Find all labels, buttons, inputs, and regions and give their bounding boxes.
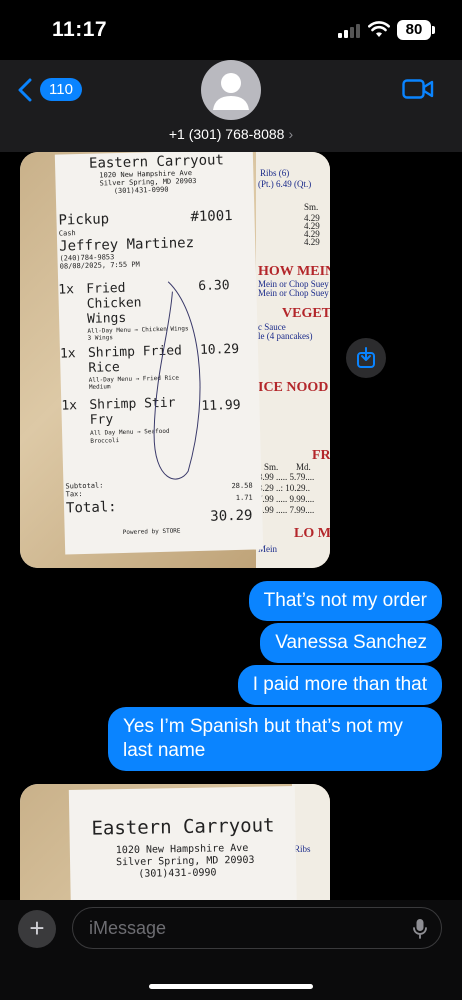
menu-text: Md. — [296, 462, 311, 472]
menu-board-photo: Ribs — [292, 784, 330, 900]
menu-text: 7.99 ..... 9.99.... — [258, 494, 315, 504]
menu-board-photo: Ribs (6) (Pt.) 6.49 (Qt.) Sm. 4.29 4.29 … — [256, 152, 330, 568]
download-icon — [357, 347, 375, 368]
menu-heading: HOW MEIN — [258, 264, 330, 279]
receipt-total: 30.29 — [210, 507, 253, 525]
menu-text: Sm. — [264, 462, 279, 472]
home-indicator — [149, 984, 313, 989]
receipt-item-name: Fry — [89, 412, 114, 428]
menu-text: Ribs (6) — [260, 168, 290, 178]
contact-number: +1 (301) 768-8088 — [168, 126, 285, 142]
menu-heading: VEGET — [282, 306, 330, 321]
receipt-tax-label: Tax: — [65, 490, 83, 499]
receipt-total-label: Total: — [65, 499, 117, 517]
receipt-item-name: Fried — [86, 280, 126, 297]
receipt-paper: Eastern Carryout 1020 New Hampshire Ave … — [68, 786, 298, 900]
receipt-item-qty: 1x — [58, 282, 75, 298]
contact-name-button[interactable]: +1 (301) 768-8088 › — [0, 126, 462, 142]
receipt-subtotal: 28.58 — [231, 481, 253, 491]
menu-text: Ribs — [294, 844, 311, 854]
outgoing-message[interactable]: Vanessa Sanchez — [260, 623, 442, 663]
menu-text: 8.29 ..: 10.29.. — [258, 483, 311, 493]
receipt-photo-attachment[interactable]: Ribs (6) (Pt.) 6.49 (Qt.) Sm. 4.29 4.29 … — [20, 152, 330, 568]
conversation-header: 110 +1 (301) 768-8088 › — [0, 60, 462, 152]
receipt-item-qty: 1x — [59, 346, 76, 362]
menu-text: Sm. — [304, 202, 319, 212]
save-image-button[interactable] — [346, 338, 386, 378]
receipt-subtotal-label: Subtotal: — [65, 481, 104, 491]
pen-scribble — [153, 281, 201, 480]
person-icon — [213, 73, 249, 110]
receipt-item-qty: 1x — [61, 398, 78, 414]
receipt-phone: (301)431-0990 — [113, 185, 169, 196]
receipt-order-type: Pickup — [58, 211, 110, 229]
receipt-order-number: #1001 — [190, 208, 233, 226]
outgoing-message[interactable]: I paid more than that — [237, 665, 442, 705]
receipt-item-name: Chicken — [86, 295, 142, 312]
receipt-photo-attachment[interactable]: Ribs Eastern Carryout 1020 New Hampshire… — [20, 784, 330, 900]
receipt-payment: Cash — [58, 229, 76, 238]
message-placeholder: iMessage — [89, 918, 167, 938]
cellular-signal-icon — [338, 24, 362, 38]
receipt-address: Silver Spring, MD 20903 — [115, 854, 255, 869]
wifi-icon — [368, 21, 390, 37]
contact-avatar[interactable] — [201, 60, 261, 120]
receipt-datetime: 08/08/2025, 7:55 PM — [59, 260, 140, 271]
menu-text: (Pt.) 6.49 (Qt.) — [258, 179, 312, 189]
menu-text: le (4 pancakes) — [258, 331, 313, 341]
battery-indicator: 80 — [397, 20, 435, 40]
receipt-restaurant: Eastern Carryout — [88, 152, 225, 172]
receipt-tax: 1.71 — [235, 493, 253, 503]
unread-count-badge: 110 — [40, 78, 82, 101]
receipt-address: 1020 New Hampshire Ave — [115, 842, 249, 857]
menu-text: 5.99 ..... 7.99.... — [258, 505, 315, 515]
status-time: 11:17 — [52, 18, 108, 41]
menu-heading: LO M — [294, 526, 330, 541]
chevron-left-icon — [18, 78, 32, 102]
receipt-customer: Jeffrey Martinez — [58, 235, 195, 255]
menu-heading: FR — [312, 448, 330, 463]
receipt-item-note: Broccoli — [90, 437, 120, 445]
outgoing-message[interactable]: That’s not my order — [248, 581, 442, 621]
status-bar: 11:17 80 — [0, 0, 462, 60]
receipt-phone: (301)431-0990 — [138, 867, 217, 880]
plus-button[interactable]: + — [18, 910, 56, 948]
chevron-right-icon: › — [288, 126, 294, 142]
outgoing-message[interactable]: Yes I’m Spanish but that’s not my last n… — [108, 707, 442, 771]
video-call-icon[interactable] — [402, 78, 434, 100]
menu-text: Mein or Chop Suey — [258, 288, 329, 298]
receipt-item-name: Rice — [88, 360, 120, 376]
receipt-restaurant: Eastern Carryout — [91, 814, 275, 840]
menu-heading: ICE NOOD — [258, 380, 329, 395]
microphone-icon[interactable] — [413, 918, 427, 940]
receipt-item-name: Wings — [86, 310, 127, 327]
receipt-item-note: 3 Wings — [87, 334, 113, 342]
receipt-paper: Eastern Carryout 1020 New Hampshire Ave … — [54, 152, 264, 555]
back-button[interactable]: 110 — [18, 76, 82, 106]
message-thread[interactable]: Ribs (6) (Pt.) 6.49 (Qt.) Sm. 4.29 4.29 … — [0, 152, 462, 900]
message-input[interactable]: iMessage — [72, 907, 442, 949]
menu-text: 3.99 ..... 5.79.... — [258, 472, 315, 482]
menu-text: 4.29 — [304, 237, 320, 247]
receipt-item-note: Medium — [88, 383, 111, 391]
receipt-footer: Powered by STORE — [122, 527, 181, 537]
